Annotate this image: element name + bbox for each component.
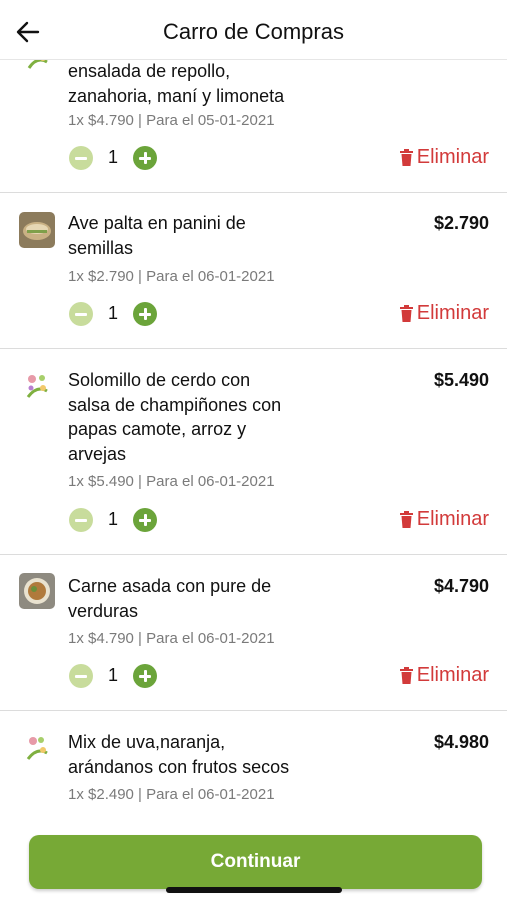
cart-list: ensalada de repollo, zanahoria, maní y l… — [0, 60, 507, 820]
plus-icon[interactable] — [133, 508, 157, 532]
product-price: $4.790 — [433, 576, 489, 596]
trash-icon — [399, 305, 413, 322]
cart-item: Mix de uva,naranja, arándanos con frutos… — [0, 711, 507, 820]
product-meta: 1x $4.790 | Para el 06-01-2021 — [68, 630, 275, 647]
product-meta: 1x $2.490 | Para el 06-01-2021 — [68, 786, 275, 803]
product-price: $2.790 — [433, 213, 489, 233]
quantity-value: 1 — [108, 303, 119, 323]
page-title: Carro de Compras — [163, 19, 344, 44]
minus-icon[interactable] — [69, 664, 93, 688]
product-price: $4.980 — [433, 732, 489, 752]
product-thumbnail — [19, 729, 55, 765]
product-meta: 1x $5.490 | Para el 06-01-2021 — [68, 473, 275, 490]
cart-item: ensalada de repollo, zanahoria, maní y l… — [0, 60, 507, 193]
trash-icon — [399, 667, 413, 684]
product-name: ensalada de repollo, zanahoria, maní y l… — [68, 61, 285, 106]
quantity-value: 1 — [108, 147, 119, 167]
quantity-value: 1 — [108, 665, 119, 685]
minus-icon[interactable] — [69, 146, 93, 170]
plus-icon[interactable] — [133, 146, 157, 170]
product-name: Solomillo de cerdo con salsa de champiño… — [68, 370, 282, 464]
delete-button[interactable]: Eliminar — [399, 508, 489, 531]
product-name: Mix de uva,naranja, arándanos con frutos… — [68, 732, 290, 777]
product-thumbnail — [19, 367, 55, 403]
minus-icon[interactable] — [69, 508, 93, 532]
delete-label: Eliminar — [416, 508, 489, 530]
delete-button[interactable]: Eliminar — [399, 146, 489, 169]
quantity-stepper: 1 — [69, 146, 159, 172]
delete-label: Eliminar — [416, 146, 489, 168]
trash-icon — [399, 149, 413, 166]
product-name: Ave palta en panini de semillas — [68, 213, 246, 258]
plus-icon[interactable] — [133, 664, 157, 688]
trash-icon — [399, 511, 413, 528]
cart-item: Solomillo de cerdo con salsa de champiño… — [0, 349, 507, 555]
product-meta: 1x $4.790 | Para el 05-01-2021 — [68, 112, 275, 129]
plus-icon[interactable] — [133, 302, 157, 326]
product-name: Carne asada con pure de verduras — [68, 576, 272, 621]
product-thumbnail — [19, 573, 55, 609]
cart-item: Ave palta en panini de semillas $2.790 1… — [0, 193, 507, 349]
cart-item: Carne asada con pure de verduras $4.790 … — [0, 555, 507, 711]
top-bar: Carro de Compras — [0, 0, 507, 60]
quantity-stepper: 1 — [69, 508, 159, 534]
continue-button[interactable]: Continuar — [29, 835, 482, 889]
quantity-stepper: 1 — [69, 302, 159, 328]
product-thumbnail — [19, 60, 55, 74]
delete-label: Eliminar — [416, 664, 489, 686]
product-thumbnail — [19, 212, 55, 248]
quantity-stepper: 1 — [69, 664, 159, 690]
product-meta: 1x $2.790 | Para el 06-01-2021 — [68, 268, 275, 285]
delete-label: Eliminar — [416, 302, 489, 324]
delete-button[interactable]: Eliminar — [399, 302, 489, 325]
delete-button[interactable]: Eliminar — [399, 664, 489, 687]
home-indicator — [166, 887, 342, 893]
quantity-value: 1 — [108, 509, 119, 529]
minus-icon[interactable] — [69, 302, 93, 326]
product-price: $5.490 — [433, 370, 489, 390]
